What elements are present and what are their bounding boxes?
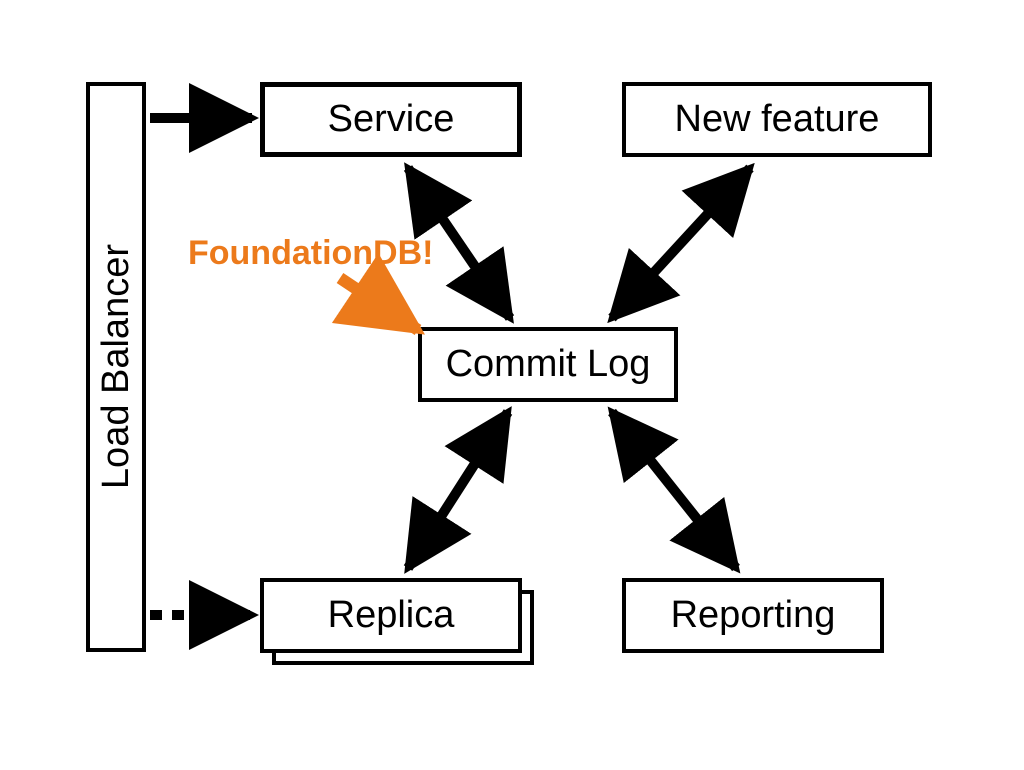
callout-foundationdb: FoundationDB!	[188, 234, 434, 273]
edge-newfeature-commitlog	[612, 168, 750, 318]
node-service: Service	[260, 82, 522, 157]
node-commit-log-label: Commit Log	[446, 343, 651, 386]
node-load-balancer: Load Balancer	[86, 82, 146, 652]
node-load-balancer-label: Load Balancer	[95, 244, 138, 489]
edge-replica-commitlog	[408, 412, 508, 568]
node-new-feature-label: New feature	[675, 98, 880, 141]
node-commit-log: Commit Log	[418, 327, 678, 402]
node-replica-label: Replica	[328, 594, 455, 637]
node-service-label: Service	[328, 98, 455, 141]
diagram-stage: Load Balancer Service New feature Commit…	[0, 0, 1024, 770]
edge-callout-arrow	[340, 278, 418, 330]
edge-reporting-commitlog	[612, 412, 736, 568]
node-reporting: Reporting	[622, 578, 884, 653]
node-new-feature: New feature	[622, 82, 932, 157]
node-reporting-label: Reporting	[671, 594, 836, 637]
node-replica: Replica	[260, 578, 522, 653]
